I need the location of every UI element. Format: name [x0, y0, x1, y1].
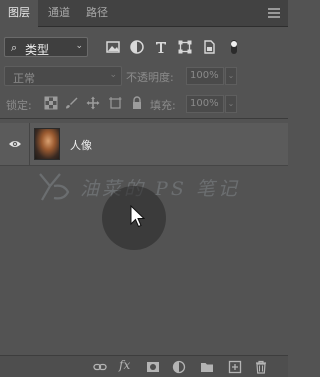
lock-move-icon[interactable]: [86, 96, 100, 110]
tab-layers[interactable]: 图层: [0, 0, 38, 27]
adjustment-filter-icon[interactable]: [129, 39, 145, 55]
layers-bottom-toolbar: fx: [0, 355, 288, 377]
fx-icon[interactable]: fx: [119, 358, 130, 372]
panel-tab-bar: 图层 通道 路径: [0, 0, 288, 27]
lock-label: 锁定:: [6, 99, 32, 112]
mouse-cursor-icon: [130, 205, 146, 228]
link-icon[interactable]: [93, 360, 107, 374]
filter-kind-select[interactable]: ⌕ 类型 ⌄: [4, 37, 88, 57]
watermark-text: 油菜的 PS 笔记: [80, 178, 240, 200]
divider: [29, 123, 30, 165]
filter-toggle-icon[interactable]: [229, 39, 239, 55]
opacity-input[interactable]: 100%: [186, 67, 224, 85]
lock-all-icon[interactable]: [130, 96, 144, 110]
pixel-filter-icon[interactable]: [105, 39, 121, 55]
lock-artboard-icon[interactable]: [108, 96, 122, 110]
tab-paths[interactable]: 路径: [80, 0, 114, 26]
divider: [0, 118, 288, 119]
chevron-down-icon: ⌄: [109, 70, 117, 80]
panel-menu-icon[interactable]: [268, 8, 280, 18]
new-layer-icon[interactable]: [228, 360, 242, 374]
layer-thumbnail[interactable]: [34, 128, 60, 160]
lock-paint-icon[interactable]: [64, 96, 78, 110]
layer-name[interactable]: 人像: [70, 137, 92, 153]
shape-filter-icon[interactable]: [177, 39, 193, 55]
type-filter-icon[interactable]: [153, 39, 169, 55]
watermark-logo-icon: [39, 173, 70, 201]
chevron-down-icon: ⌄: [75, 41, 83, 51]
fill-dropdown-icon[interactable]: ⌄: [225, 95, 237, 113]
layer-row[interactable]: 人像: [0, 123, 288, 166]
blend-mode-select[interactable]: 正常 ⌄: [4, 66, 122, 86]
opacity-dropdown-icon[interactable]: ⌄: [225, 67, 237, 85]
trash-icon[interactable]: [254, 360, 268, 374]
adjustment-icon[interactable]: [172, 360, 186, 374]
smartobject-filter-icon[interactable]: [201, 39, 217, 55]
filter-kind-value: 类型: [25, 43, 50, 57]
tab-channels[interactable]: 通道: [42, 0, 76, 26]
eye-icon[interactable]: [8, 137, 22, 151]
opacity-label: 不透明度:: [126, 71, 174, 84]
search-icon: ⌕: [11, 41, 18, 54]
fill-input[interactable]: 100%: [186, 95, 224, 113]
blend-mode-value: 正常: [13, 72, 35, 85]
mask-icon[interactable]: [146, 360, 160, 374]
fill-label: 填充:: [150, 99, 176, 112]
lock-transparent-icon[interactable]: [44, 96, 58, 110]
group-folder-icon[interactable]: [200, 360, 214, 374]
